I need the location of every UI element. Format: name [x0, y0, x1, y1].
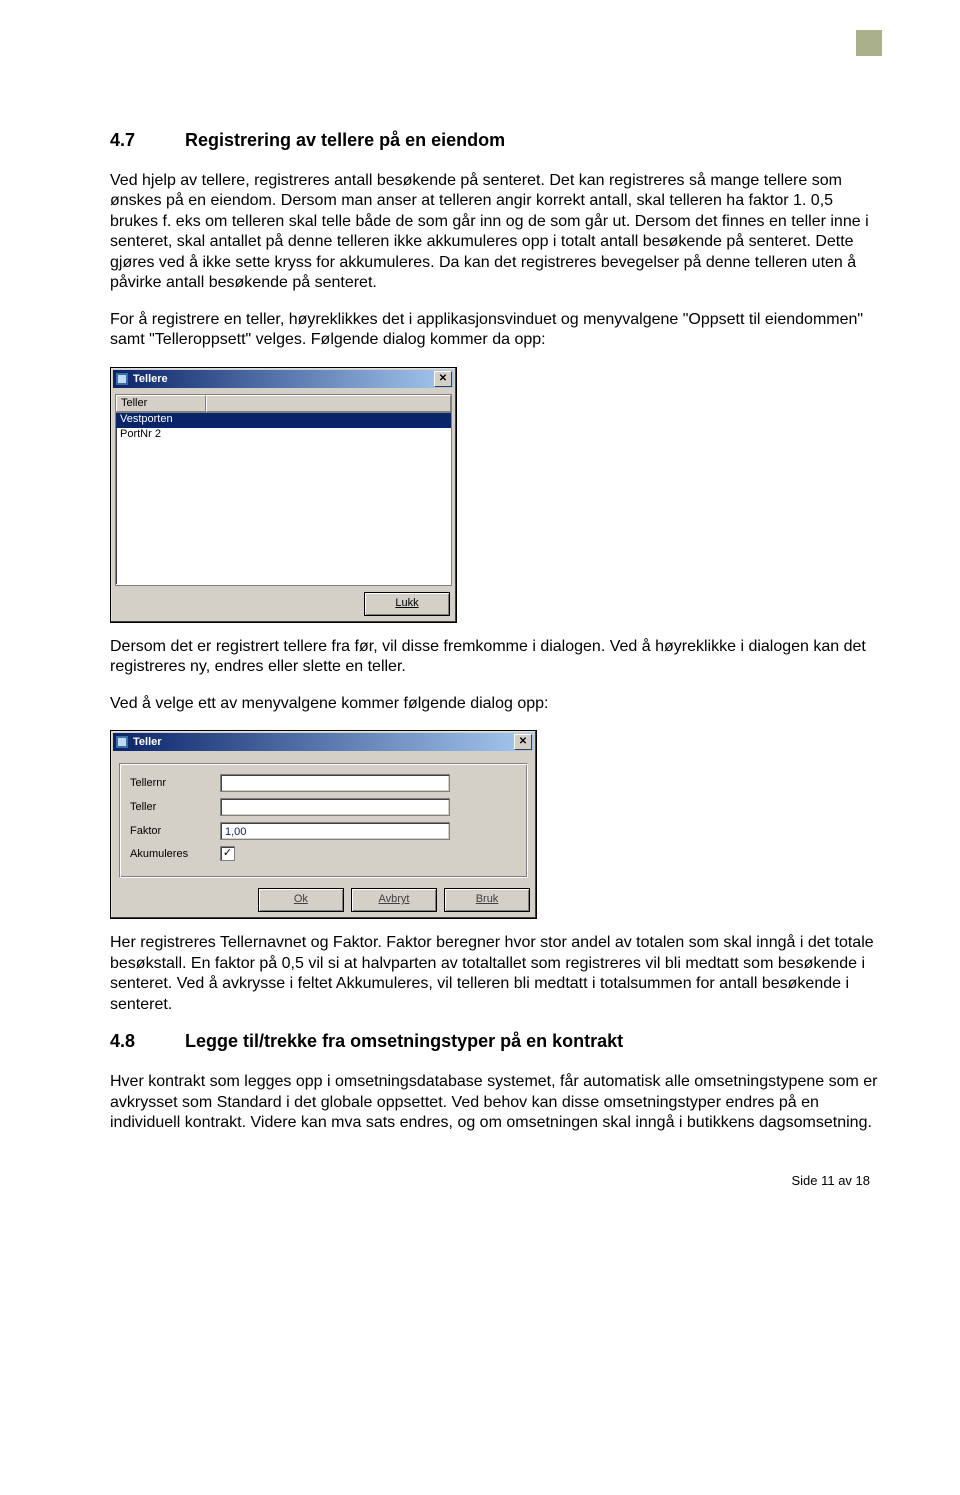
app-icon [115, 735, 129, 749]
label-akumuleres: Akumuleres [130, 848, 220, 860]
paragraph: Ved hjelp av tellere, registreres antall… [110, 171, 880, 294]
list-item[interactable]: PortNr 2 [116, 428, 451, 443]
section-number: 4.8 [110, 1031, 180, 1052]
section-heading-4-7: 4.7 Registrering av tellere på en eiendo… [110, 130, 880, 151]
checkbox-akumuleres[interactable]: ✓ [220, 846, 235, 861]
page-footer: Side 11 av 18 [110, 1173, 880, 1188]
label-teller: Teller [130, 801, 220, 813]
list-item[interactable]: Vestporten [116, 413, 451, 428]
input-faktor[interactable]: 1,00 [220, 822, 450, 840]
document-page: 4.7 Registrering av tellere på en eiendo… [0, 0, 960, 1228]
dialog-title: Teller [133, 736, 514, 748]
column-header-blank[interactable] [206, 395, 451, 412]
page-swatch [856, 30, 882, 56]
section-title: Registrering av tellere på en eiendom [185, 130, 505, 150]
input-tellernr[interactable] [220, 774, 450, 792]
label-faktor: Faktor [130, 825, 220, 837]
form-group: Tellernr Teller Faktor 1,00 Akumuleres ✓ [119, 763, 528, 878]
teller-listbox[interactable]: Teller Vestporten PortNr 2 [115, 394, 452, 586]
list-header: Teller [116, 395, 451, 413]
label-tellernr: Tellernr [130, 777, 220, 789]
paragraph: Ved å velge ett av menyvalgene kommer fø… [110, 694, 880, 714]
ok-button[interactable]: Ok [258, 888, 344, 912]
close-icon[interactable]: ✕ [514, 734, 532, 750]
paragraph: Hver kontrakt som legges opp i omsetning… [110, 1072, 880, 1133]
bruk-button[interactable]: Bruk [444, 888, 530, 912]
dialog-title: Tellere [133, 373, 434, 385]
paragraph: Dersom det er registrert tellere fra før… [110, 637, 880, 678]
input-teller[interactable] [220, 798, 450, 816]
section-title: Legge til/trekke fra omsetningstyper på … [185, 1031, 623, 1051]
section-number: 4.7 [110, 130, 180, 151]
titlebar[interactable]: Tellere ✕ [113, 370, 454, 388]
paragraph: For å registrere en teller, høyreklikkes… [110, 310, 880, 351]
app-icon [115, 372, 129, 386]
column-header[interactable]: Teller [116, 395, 206, 412]
lukk-button[interactable]: Lukk [364, 592, 450, 616]
dialog-teller: Teller ✕ Tellernr Teller Faktor 1,00 Aku… [110, 730, 537, 919]
titlebar[interactable]: Teller ✕ [113, 733, 534, 751]
avbryt-button[interactable]: Avbryt [351, 888, 437, 912]
paragraph: Her registreres Tellernavnet og Faktor. … [110, 933, 880, 1015]
dialog-tellere: Tellere ✕ Teller Vestporten PortNr 2 Luk… [110, 367, 457, 623]
close-icon[interactable]: ✕ [434, 371, 452, 387]
section-heading-4-8: 4.8 Legge til/trekke fra omsetningstyper… [110, 1031, 880, 1052]
